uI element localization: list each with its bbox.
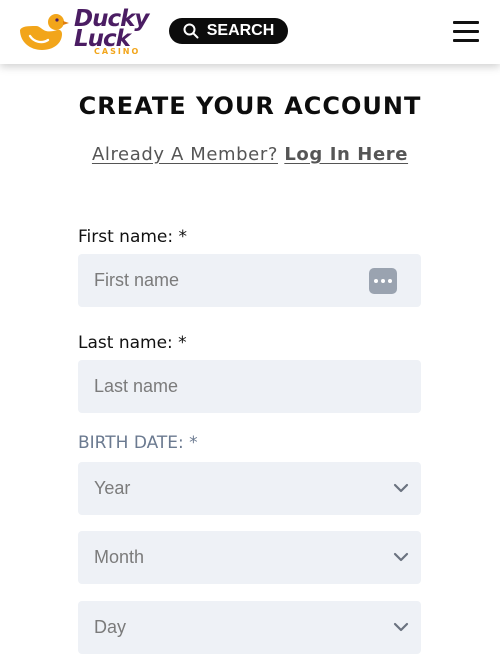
hamburger-menu-icon[interactable]	[453, 20, 479, 42]
ducky-luck-logo[interactable]: Ducky Luck CASINO	[16, 6, 158, 58]
last-name-label: Last name: *	[78, 333, 187, 353]
page-title: CREATE YOUR ACCOUNT	[78, 92, 422, 120]
first-name-input[interactable]: First name	[78, 254, 421, 307]
chevron-down-icon	[393, 483, 409, 493]
search-button[interactable]: SEARCH	[169, 18, 288, 44]
password-manager-icon[interactable]	[369, 268, 397, 294]
birth-day-value: Day	[94, 617, 127, 637]
already-member-line: Already A Member? Log In Here	[0, 144, 500, 165]
last-name-input[interactable]: Last name	[78, 360, 421, 413]
logo-word-casino: CASINO	[94, 47, 141, 56]
search-icon	[183, 23, 199, 39]
birth-month-select[interactable]: Month	[78, 531, 421, 584]
menu-bar	[453, 39, 479, 42]
last-name-placeholder: Last name	[94, 376, 179, 396]
login-link[interactable]: Log In Here	[284, 144, 408, 165]
duck-logo-icon	[20, 14, 69, 50]
birth-year-value: Year	[94, 478, 131, 498]
birth-year-select[interactable]: Year	[78, 462, 421, 515]
birth-month-value: Month	[94, 547, 145, 567]
chevron-down-icon	[393, 552, 409, 562]
menu-bar	[453, 30, 479, 33]
search-label: SEARCH	[206, 22, 275, 39]
birth-date-label: BIRTH DATE: *	[78, 433, 198, 453]
chevron-down-icon	[393, 622, 409, 632]
first-name-label: First name: *	[78, 227, 188, 247]
already-member-text: Already A Member?	[91, 144, 278, 165]
menu-bar	[453, 21, 479, 24]
site-header: Ducky Luck CASINO SEARCH	[0, 0, 500, 64]
birth-day-select[interactable]: Day	[78, 601, 421, 654]
first-name-placeholder: First name	[94, 270, 180, 290]
